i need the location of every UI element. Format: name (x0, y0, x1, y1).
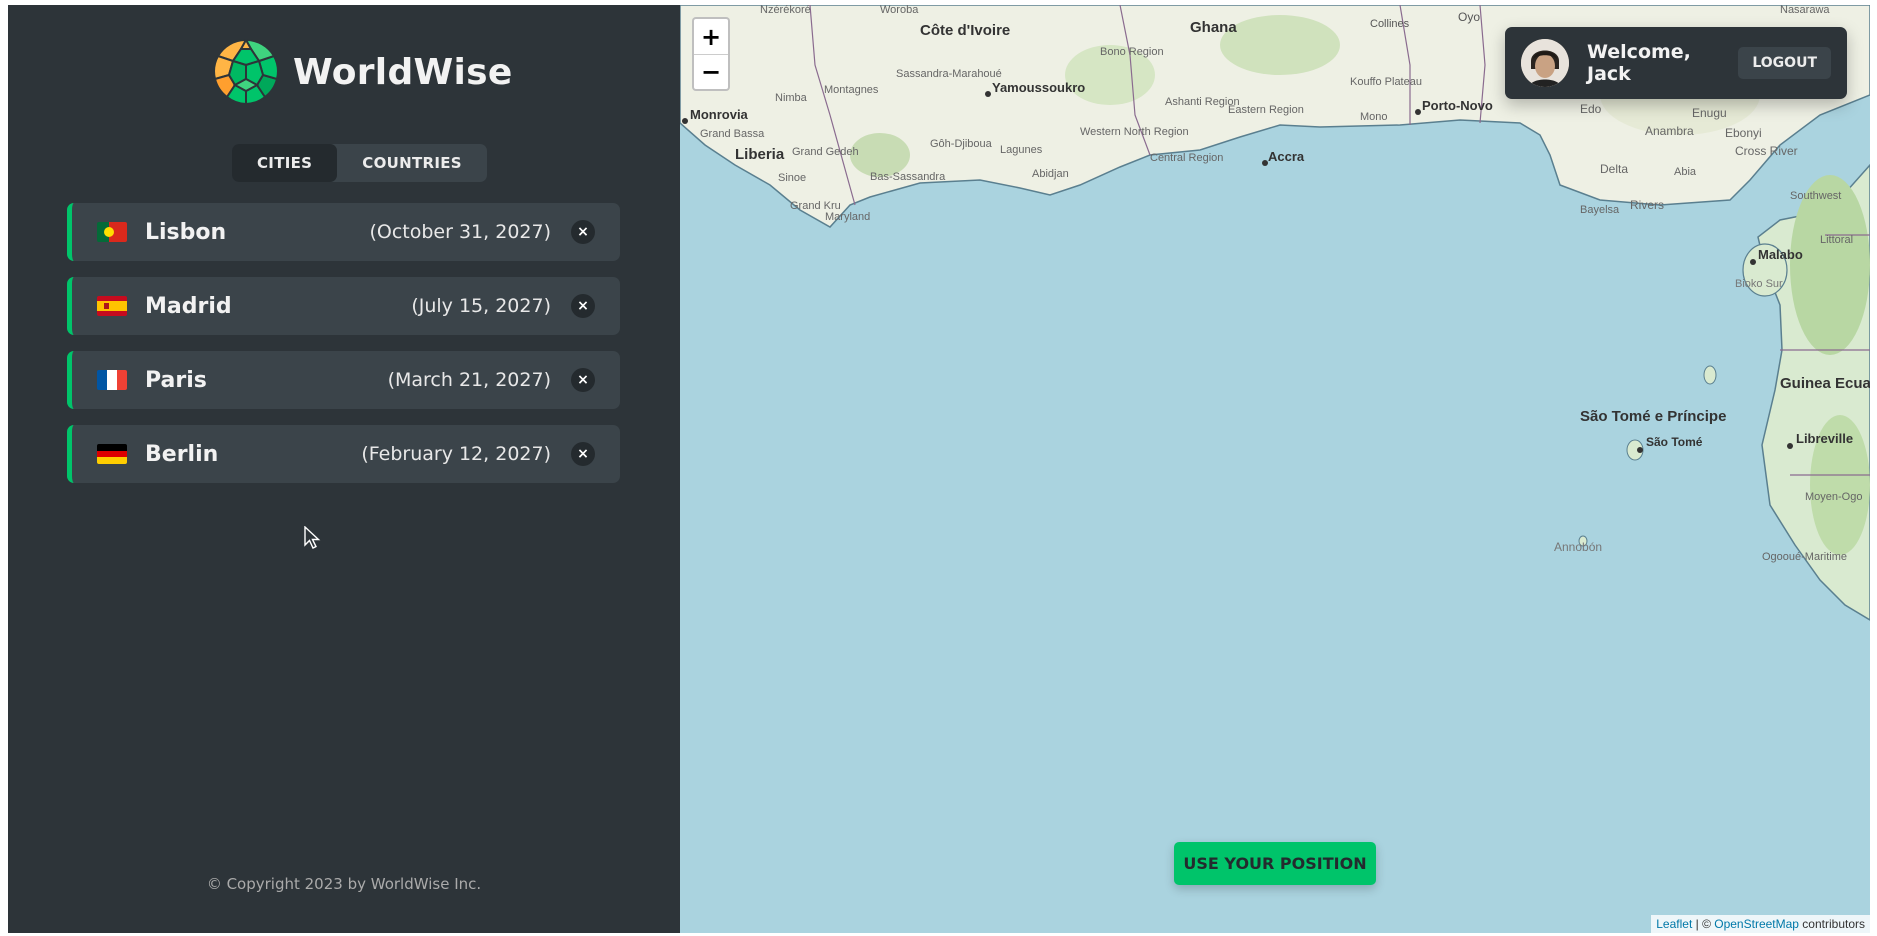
city-name: Paris (145, 367, 207, 393)
city-date: (October 31, 2027) (369, 221, 551, 243)
map-label-edo: Edo (1580, 102, 1602, 116)
spain-flag-icon (97, 296, 127, 316)
mouse-cursor-icon (304, 526, 321, 549)
tab-cities[interactable]: CITIES (232, 144, 338, 182)
zoom-in-button[interactable]: + (694, 19, 728, 54)
map-label-monrovia: Monrovia (690, 107, 749, 122)
map-label-kouffo-plateau: Kouffo Plateau (1350, 76, 1422, 88)
map-label-bioko-sur: Bioko Sur (1735, 278, 1783, 290)
zoom-out-button[interactable]: − (694, 54, 728, 89)
map-label-porto-novo: Porto-Novo (1422, 98, 1493, 113)
map-label-nasarawa: Nasarawa (1780, 5, 1830, 16)
brand-name: WorldWise (293, 51, 513, 93)
map-label-bayelsa: Bayelsa (1580, 204, 1620, 216)
tab-countries[interactable]: COUNTRIES (337, 144, 487, 182)
map-label-cote-divoire: Côte d'Ivoire (920, 22, 1010, 39)
map-label-ogooue-maritime: Ogooué-Maritime (1762, 551, 1847, 563)
map-label-delta: Delta (1600, 162, 1628, 176)
leaflet-link[interactable]: Leaflet (1656, 917, 1692, 931)
map-label-grand-bassa: Grand Bassa (700, 128, 765, 140)
city-item-paris[interactable]: Paris (March 21, 2027) × (67, 351, 620, 409)
city-list: Lisbon (October 31, 2027) × Madrid (July… (67, 203, 620, 499)
map-label-yamoussoukro: Yamoussoukro (992, 80, 1085, 95)
map-label-nzerekore: Nzérékoré (760, 5, 811, 16)
map-label-grand-gedeh: Grand Gedeh (792, 146, 859, 158)
copyright-footer: © Copyright 2023 by WorldWise Inc. (206, 875, 482, 893)
map-label-abidjan: Abidjan (1032, 168, 1069, 180)
map-label-sao-tome-principe: São Tomé e Príncipe (1580, 408, 1726, 425)
map-label-sinoe: Sinoe (778, 172, 806, 184)
map-label-collines: Collines (1370, 18, 1410, 30)
map-tiles[interactable]: Côte d'Ivoire Ghana Oyo Collines Yamouss… (680, 5, 1870, 933)
map-label-cross-river: Cross River (1735, 144, 1798, 158)
welcome-text: Welcome, Jack (1587, 41, 1691, 85)
city-item-madrid[interactable]: Madrid (July 15, 2027) × (67, 277, 620, 335)
map-label-lagunes: Lagunes (1000, 144, 1043, 156)
map-label-malabo: Malabo (1758, 247, 1803, 262)
delete-city-button[interactable]: × (571, 442, 595, 466)
map-label-moyen-ogo: Moyen-Ogo (1805, 491, 1862, 503)
logout-button[interactable]: LOGOUT (1738, 47, 1831, 79)
attribution-separator: | © (1692, 917, 1715, 931)
france-flag-icon (97, 370, 127, 390)
map-label-bono-region: Bono Region (1100, 46, 1164, 58)
delete-city-button[interactable]: × (571, 294, 595, 318)
map-label-anambra: Anambra (1645, 124, 1694, 138)
city-name: Lisbon (145, 219, 227, 245)
map-label-western-north-region: Western North Region (1080, 126, 1189, 138)
map-label-southwest: Southwest (1790, 190, 1841, 202)
map-label-guinea-ecua: Guinea Ecua (1780, 375, 1870, 392)
portugal-flag-icon (97, 222, 127, 242)
map-label-littoral: Littoral (1820, 234, 1853, 246)
map-label-mono: Mono (1360, 111, 1388, 123)
map-label-ashanti-region: Ashanti Region (1165, 96, 1240, 108)
globe-logo-icon (213, 39, 279, 105)
map-label-woroba: Woroba (880, 5, 919, 16)
map-label-bas-sassandra: Bas-Sassandra (870, 171, 946, 183)
delete-city-button[interactable]: × (571, 220, 595, 244)
tab-bar: CITIES COUNTRIES (232, 144, 487, 182)
city-name: Madrid (145, 293, 232, 319)
city-item-berlin[interactable]: Berlin (February 12, 2027) × (67, 425, 620, 483)
map-label-ghana: Ghana (1190, 19, 1237, 36)
map-label-montagnes: Montagnes (824, 84, 879, 96)
map-label-libreville: Libreville (1796, 431, 1853, 446)
map-label-rivers: Rivers (1630, 198, 1664, 212)
city-date: (July 15, 2027) (411, 295, 551, 317)
map-label-enugu: Enugu (1692, 106, 1727, 120)
zoom-control: + − (692, 17, 730, 91)
logo[interactable]: WorldWise (213, 39, 513, 105)
map-label-central-region: Central Region (1150, 152, 1223, 164)
delete-city-button[interactable]: × (571, 368, 595, 392)
map-attribution: Leaflet | © OpenStreetMap contributors (1651, 915, 1870, 933)
sidebar: WorldWise CITIES COUNTRIES Lisbon (Octob… (8, 5, 680, 933)
map-label-maryland: Maryland (825, 211, 870, 223)
map-label-abia: Abia (1674, 166, 1697, 178)
city-date: (February 12, 2027) (361, 443, 551, 465)
city-date: (March 21, 2027) (387, 369, 551, 391)
map-label-liberia: Liberia (735, 146, 785, 163)
map-label-accra: Accra (1268, 149, 1305, 164)
app-root: WorldWise CITIES COUNTRIES Lisbon (Octob… (8, 5, 1870, 933)
openstreetmap-link[interactable]: OpenStreetMap (1714, 917, 1799, 931)
map-label-annobon: Annobón (1554, 540, 1602, 554)
city-name: Berlin (145, 441, 219, 467)
germany-flag-icon (97, 444, 127, 464)
avatar (1521, 39, 1569, 87)
map-label-sao-tome: São Tomé (1646, 435, 1703, 449)
map-label-sassandra-marahoue: Sassandra-Marahoué (896, 68, 1002, 80)
city-item-lisbon[interactable]: Lisbon (October 31, 2027) × (67, 203, 620, 261)
attribution-contributors: contributors (1798, 917, 1865, 931)
map-label-nimba: Nimba (775, 92, 808, 104)
map-label-goh-djiboua: Gôh-Djiboua (930, 138, 993, 150)
map-container[interactable]: Côte d'Ivoire Ghana Oyo Collines Yamouss… (680, 5, 1870, 933)
user-panel: Welcome, Jack LOGOUT (1505, 27, 1847, 99)
use-position-button[interactable]: USE YOUR POSITION (1174, 842, 1376, 885)
map-label-ebonyi: Ebonyi (1725, 126, 1762, 140)
map-label-oyo: Oyo (1458, 10, 1480, 24)
